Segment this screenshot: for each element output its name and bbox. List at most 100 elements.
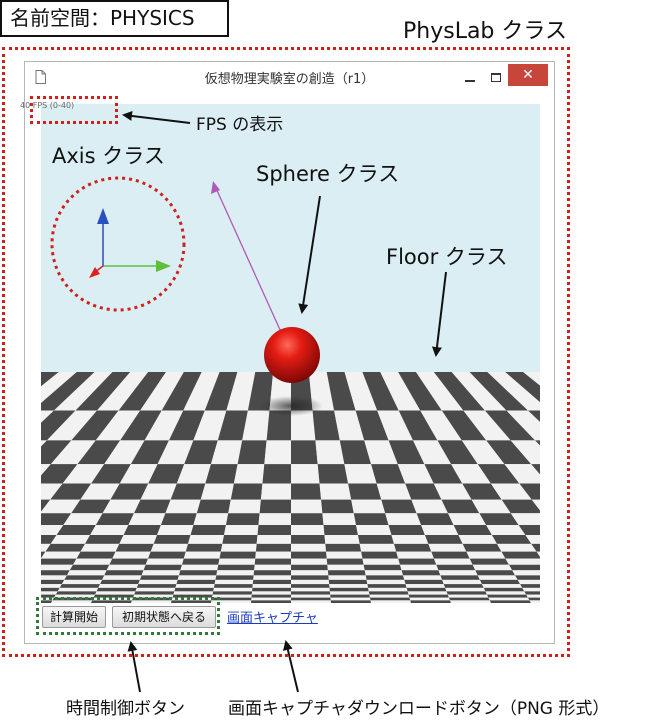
floor-tile — [368, 587, 408, 592]
floor-tile — [252, 579, 291, 585]
floor-tile — [57, 587, 99, 592]
floor-tile — [251, 597, 291, 601]
floor-tile — [462, 543, 502, 552]
floor-tile — [291, 524, 325, 536]
floor-tile — [486, 594, 528, 598]
floor-tile — [328, 579, 368, 585]
floor-tile — [95, 591, 136, 595]
floor-tile — [353, 513, 389, 525]
floor-tile — [477, 575, 518, 580]
floor-tile — [41, 551, 81, 559]
floor-tile — [409, 597, 451, 601]
floor-tile — [450, 600, 491, 603]
floor-tile — [291, 600, 331, 603]
floor-tile — [102, 575, 142, 580]
floor-tile — [366, 579, 406, 585]
sphere-shadow — [259, 396, 323, 416]
axis-annotation: Axis クラス — [52, 144, 165, 168]
floor-tile — [483, 587, 525, 592]
minimize-button[interactable] — [458, 66, 482, 88]
floor-tile — [80, 543, 120, 552]
floor-tile — [512, 570, 540, 576]
floor-tile — [475, 570, 516, 576]
floor-tile — [329, 587, 369, 592]
sphere — [264, 327, 320, 383]
floor-tile — [329, 584, 369, 588]
floor-tile — [447, 594, 489, 598]
time-control-highlight — [36, 597, 220, 635]
floor-tile — [520, 584, 540, 588]
floor-tile — [486, 524, 526, 536]
floor-tile — [55, 591, 97, 595]
floor-tile — [291, 543, 327, 552]
floor-tile — [228, 499, 261, 514]
floor-annotation: Floor クラス — [386, 245, 508, 269]
floor-tile — [424, 535, 463, 544]
floor-tile — [501, 551, 540, 559]
floor-tile — [403, 575, 443, 580]
floor-tile — [119, 535, 158, 544]
floor-tile — [41, 591, 58, 595]
floor-tile — [50, 535, 91, 544]
floor-tile — [69, 564, 110, 571]
floor-tile — [344, 464, 377, 484]
floor-tile — [134, 591, 175, 595]
floor-tile — [317, 464, 349, 484]
floor-tile — [104, 570, 144, 576]
floor-tile — [385, 513, 422, 525]
floor-tile — [115, 543, 154, 552]
floor-tile — [253, 570, 291, 576]
floor-tile — [442, 579, 482, 585]
floor-tile — [255, 543, 291, 552]
floor-tile — [148, 551, 186, 559]
floor-tile — [529, 600, 540, 603]
screen-capture-link[interactable]: 画面キャプチャ — [227, 607, 318, 626]
floor-tile — [136, 584, 177, 588]
floor-tile — [264, 440, 291, 465]
floor-tile — [165, 499, 201, 514]
sphere-annotation: Sphere クラス — [256, 162, 400, 186]
floor-tile — [440, 575, 480, 580]
maximize-button[interactable] — [484, 66, 508, 88]
floor-tile — [180, 564, 219, 571]
capture-annotation: 画面キャプチャダウンロードボタン（PNG 形式） — [228, 699, 610, 719]
floor-tile — [522, 587, 540, 592]
floor-tile — [479, 579, 521, 585]
close-button[interactable]: ✕ — [508, 64, 548, 86]
close-icon: ✕ — [522, 67, 534, 83]
floor-tile — [254, 564, 291, 571]
floor-tile — [213, 584, 253, 588]
floor-tile — [56, 524, 96, 536]
floor-tile — [45, 543, 85, 552]
floor-tile — [364, 570, 404, 576]
floor-tile — [109, 558, 149, 565]
floor-tile — [291, 579, 330, 585]
floor-tile — [443, 584, 484, 588]
floor-tile — [200, 483, 234, 500]
floor-tile — [291, 594, 331, 598]
physlab-class-label: PhysLab クラス — [403, 19, 567, 44]
floor-tile — [253, 575, 291, 580]
floor-tile — [527, 597, 540, 601]
floor-tile — [160, 513, 197, 525]
floor-tile — [363, 564, 402, 571]
floor-tile — [481, 584, 523, 588]
floor-tile — [252, 584, 291, 588]
floor-tile — [257, 524, 291, 536]
floor-tile — [485, 591, 527, 595]
floor-tile — [328, 575, 367, 580]
floor-tile — [141, 570, 181, 576]
floor-tile — [153, 535, 191, 544]
floor-tile — [515, 575, 540, 580]
floor-tile — [219, 551, 256, 559]
floor-tile — [291, 584, 330, 588]
floor-tile — [178, 570, 218, 576]
floor-tile — [291, 558, 328, 565]
floor-tile — [96, 587, 137, 592]
floor-tile — [224, 524, 259, 536]
floor-tile — [448, 597, 490, 601]
floor-tile — [357, 535, 395, 544]
floor-tile — [252, 587, 291, 592]
floor-tile — [410, 600, 451, 603]
floor-tile — [84, 535, 124, 544]
